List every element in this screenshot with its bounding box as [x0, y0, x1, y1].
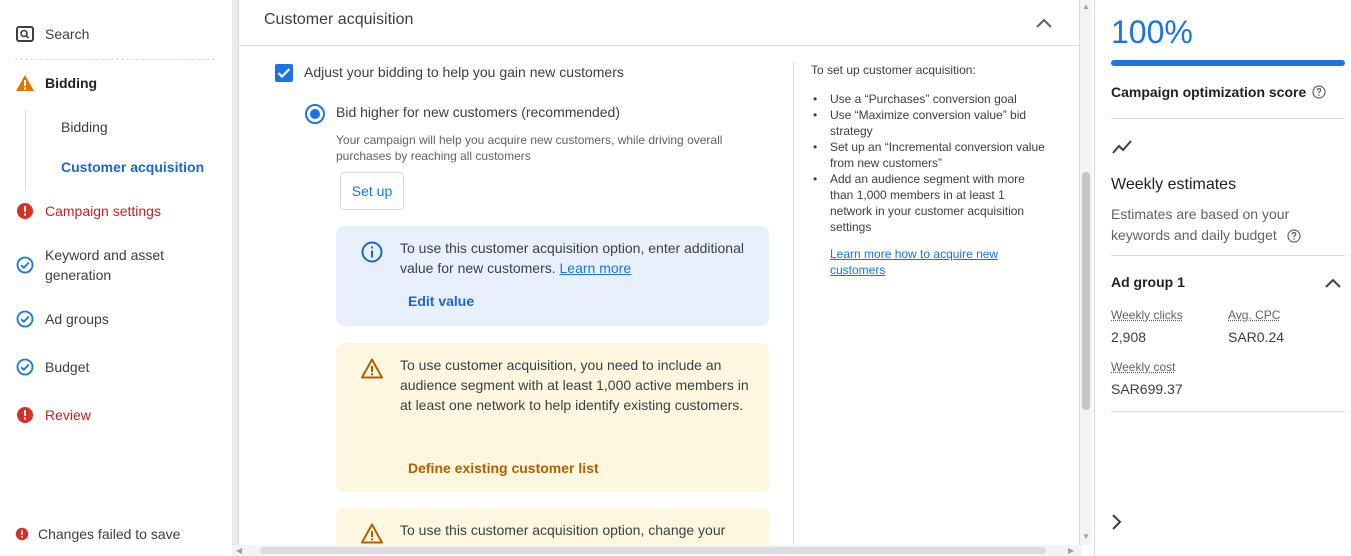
divider — [1111, 255, 1345, 256]
info-icon — [361, 241, 383, 263]
nav-item-campaign-settings[interactable]: Campaign settings — [15, 201, 161, 221]
optimization-score-text: Campaign optimization score — [1111, 84, 1307, 100]
card-title: Customer acquisition — [264, 11, 414, 28]
optimization-score-bar — [1111, 60, 1345, 66]
nav-item-search[interactable]: Search — [15, 24, 89, 44]
warning-box-2: To use this customer acquisition option,… — [336, 508, 769, 545]
save-status-text: Changes failed to save — [38, 526, 181, 542]
nav-campaign-settings-label: Campaign settings — [45, 203, 161, 219]
nav-subitem-customer-acquisition[interactable]: Customer acquisition — [61, 159, 204, 175]
weekly-cost-value: SAR699.37 — [1111, 381, 1183, 397]
nav-bidding-label: Bidding — [45, 75, 98, 91]
chevron-right-icon[interactable] — [1109, 513, 1125, 531]
error-icon — [15, 405, 35, 425]
weekly-estimates-desc-text: Estimates are based on your keywords and… — [1111, 206, 1290, 243]
help-list-item: Set up an “Incremental conversion value … — [811, 139, 1045, 171]
warning-box: To use customer acquisition, you need to… — [336, 343, 769, 492]
customer-acquisition-card: Customer acquisition Adjust your bidding… — [238, 0, 1080, 545]
nav-keyword-asset-label: Keyword and asset generation — [45, 245, 164, 285]
search-icon — [15, 24, 35, 44]
scroll-up-icon[interactable]: ▲ — [1082, 2, 1090, 11]
weekly-clicks-label: Weekly clicks — [1111, 308, 1183, 322]
bid-higher-label: Bid higher for new customers (recommende… — [336, 104, 621, 120]
chevron-up-icon — [1036, 18, 1052, 28]
bid-higher-radio[interactable] — [305, 104, 325, 124]
nav-item-ad-groups[interactable]: Ad groups — [15, 309, 109, 329]
nav-item-budget[interactable]: Budget — [15, 357, 89, 377]
warning-icon — [361, 358, 383, 379]
help-icon[interactable] — [1287, 229, 1301, 243]
avg-cpc-value: SAR0.24 — [1228, 329, 1285, 345]
divider — [1111, 411, 1345, 412]
horizontal-scroll-thumb[interactable] — [260, 547, 1046, 554]
warning-box-text: To use customer acquisition, you need to… — [400, 357, 749, 413]
avg-cpc-label: Avg. CPC — [1228, 308, 1281, 322]
help-list-item: Add an audience segment with more than 1… — [811, 171, 1045, 235]
app-root: Search Bidding Bidding Customer acquisit… — [0, 0, 1351, 556]
weekly-estimates-title: Weekly estimates — [1111, 176, 1237, 193]
divider — [1111, 118, 1345, 119]
setup-button[interactable]: Set up — [340, 172, 404, 210]
define-customer-list-button[interactable]: Define existing customer list — [408, 460, 599, 476]
nav-keyword-asset-line1: Keyword and asset — [45, 247, 165, 263]
acquire-customers-link[interactable]: Learn more how to acquire new customers — [830, 246, 1030, 278]
nav-sub-line — [25, 110, 26, 190]
nav-ad-groups-label: Ad groups — [45, 311, 109, 327]
learn-more-link[interactable]: Learn more — [560, 260, 632, 276]
chevron-up-icon[interactable] — [1323, 274, 1343, 292]
optimization-score-label: Campaign optimization score — [1111, 84, 1326, 100]
error-icon — [15, 201, 35, 221]
info-box-text: To use this customer acquisition option,… — [400, 238, 752, 278]
check-circle-icon — [15, 255, 35, 275]
nav-item-review[interactable]: Review — [15, 405, 91, 425]
help-list: Use a “Purchases” conversion goal Use “M… — [811, 91, 1045, 235]
left-nav: Search Bidding Bidding Customer acquisit… — [0, 0, 232, 556]
nav-search-label: Search — [45, 26, 90, 42]
scroll-left-icon[interactable]: ◀ — [236, 546, 242, 555]
help-list-item: Use a “Purchases” conversion goal — [811, 91, 1045, 107]
nav-divider — [15, 59, 215, 60]
help-title: To set up customer acquisition: — [811, 63, 976, 77]
vertical-scroll-thumb[interactable] — [1082, 172, 1090, 410]
warning-icon — [15, 73, 35, 93]
nav-keyword-asset-line2: generation — [45, 267, 112, 283]
vertical-scrollbar[interactable]: ▲ ▼ — [1080, 0, 1092, 545]
horizontal-scrollbar[interactable]: ◀ ▶ — [232, 545, 1082, 556]
nav-budget-label: Budget — [45, 359, 90, 375]
bid-higher-description: Your campaign will help you acquire new … — [336, 133, 723, 163]
nav-review-label: Review — [45, 407, 91, 423]
trending-up-icon — [1112, 140, 1132, 154]
scroll-right-icon[interactable]: ▶ — [1068, 546, 1074, 555]
checkmark-icon — [277, 68, 291, 79]
check-circle-icon — [15, 309, 35, 329]
gain-customers-checkbox[interactable] — [275, 64, 293, 82]
warning-box-2-text: To use this customer acquisition option,… — [400, 522, 726, 538]
optimization-score-value: 100% — [1111, 14, 1193, 50]
edit-value-button[interactable]: Edit value — [408, 293, 474, 309]
weekly-estimates-desc: Estimates are based on your keywords and… — [1111, 204, 1331, 246]
help-icon[interactable] — [1312, 85, 1326, 99]
warning-icon — [361, 523, 383, 544]
help-column-divider — [793, 62, 794, 545]
right-panel: 100% Campaign optimization score Weekly … — [1094, 0, 1351, 556]
nav-subitem-bidding[interactable]: Bidding — [61, 119, 108, 135]
weekly-cost-label: Weekly cost — [1111, 360, 1176, 374]
weekly-clicks-value: 2,908 — [1111, 329, 1147, 345]
nav-item-keyword-asset[interactable]: Keyword and asset generation — [15, 245, 164, 285]
error-icon — [15, 527, 29, 541]
ad-group-title: Ad group 1 — [1111, 274, 1185, 290]
save-status: Changes failed to save — [15, 526, 180, 542]
check-circle-icon — [15, 357, 35, 377]
collapse-button[interactable] — [1033, 12, 1055, 34]
scroll-down-icon[interactable]: ▼ — [1082, 532, 1090, 541]
nav-item-bidding[interactable]: Bidding — [15, 73, 97, 93]
help-list-item: Use “Maximize conversion value” bid stra… — [811, 107, 1045, 139]
gain-customers-label: Adjust your bidding to help you gain new… — [304, 64, 624, 80]
card-header: Customer acquisition — [239, 0, 1079, 46]
info-box: To use this customer acquisition option,… — [336, 226, 769, 326]
